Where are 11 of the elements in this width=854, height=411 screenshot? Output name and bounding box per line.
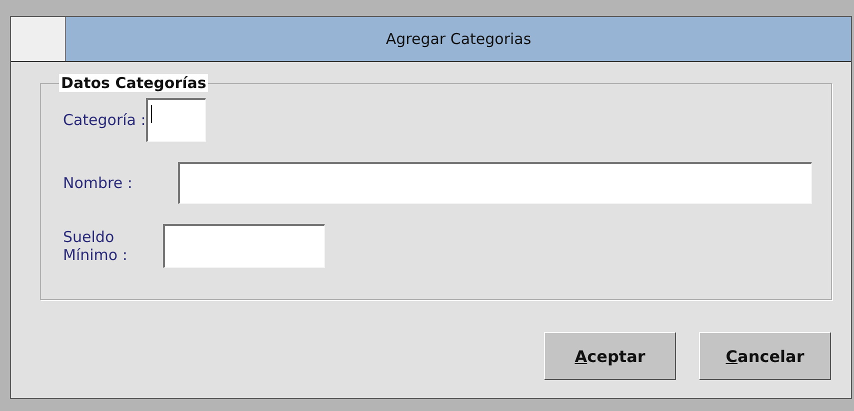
field-label: Sueldo Mínimo : bbox=[63, 228, 128, 264]
input-field[interactable] bbox=[146, 98, 206, 142]
input-field[interactable] bbox=[163, 224, 325, 268]
input-field[interactable] bbox=[178, 162, 812, 204]
field-label: Nombre : bbox=[63, 174, 134, 192]
field-label: Categoría : bbox=[63, 111, 146, 129]
group-title: Datos Categorías bbox=[59, 74, 208, 92]
window-title: Agregar Categorias bbox=[66, 17, 851, 61]
dialog-button[interactable]: Aceptar bbox=[544, 332, 676, 380]
dialog-button[interactable]: Cancelar bbox=[699, 332, 831, 380]
window-corner bbox=[11, 17, 66, 61]
